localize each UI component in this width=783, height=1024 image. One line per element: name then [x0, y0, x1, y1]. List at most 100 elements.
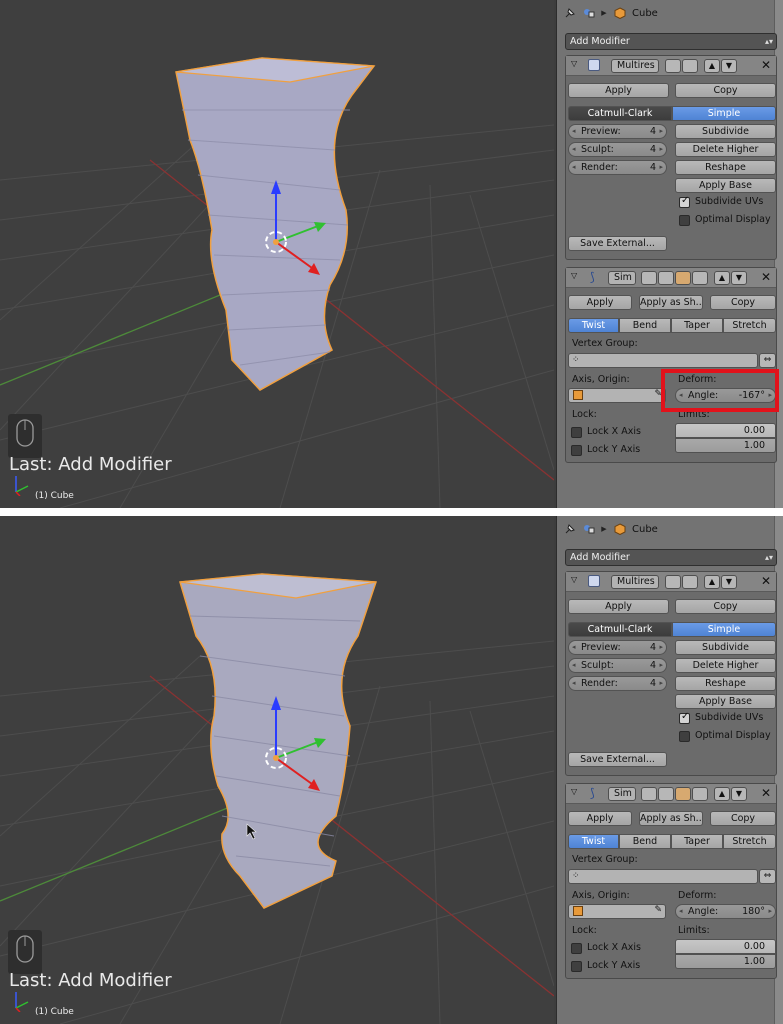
add-modifier-dropdown[interactable]: Add Modifier ▴▾: [565, 33, 777, 50]
pin-icon[interactable]: [563, 7, 576, 20]
save-external-button[interactable]: Save External...: [568, 752, 667, 767]
render-toggle-icon[interactable]: [665, 575, 681, 589]
apply-base-button[interactable]: Apply Base: [675, 178, 776, 193]
eyedropper-icon[interactable]: ✎: [654, 905, 662, 915]
subdivide-uvs-checkbox[interactable]: [679, 195, 690, 208]
edit-mode-icon[interactable]: [675, 271, 691, 285]
tab-bend[interactable]: Bend: [619, 834, 671, 849]
vertex-group-field[interactable]: ⁘: [568, 869, 758, 884]
limit-max-field[interactable]: 1.00: [675, 438, 776, 453]
cage-vertices-icon[interactable]: [692, 787, 708, 801]
move-up-icon[interactable]: ▲: [714, 787, 730, 801]
render-toggle-icon[interactable]: [641, 271, 657, 285]
render-toggle-icon[interactable]: [665, 59, 681, 73]
tab-taper[interactable]: Taper: [671, 834, 723, 849]
vertex-group-field[interactable]: ⁘: [568, 353, 758, 368]
edit-mode-icon[interactable]: [675, 787, 691, 801]
last-operator-label: Last: Add Modifier: [9, 454, 172, 475]
move-up-icon[interactable]: ▲: [704, 575, 720, 589]
pin-icon[interactable]: [563, 523, 576, 536]
subdivide-button[interactable]: Subdivide: [675, 124, 776, 139]
render-levels-field[interactable]: ◂ Render: 4 ▸: [568, 676, 667, 691]
lock-y-checkbox[interactable]: [571, 445, 582, 456]
tab-simple[interactable]: Simple: [672, 106, 776, 121]
multires-name-field[interactable]: Multires: [611, 59, 659, 73]
preview-levels-field[interactable]: ◂ Preview: 4 ▸: [568, 640, 667, 655]
multires-apply-button[interactable]: Apply: [568, 83, 669, 98]
multires-name-field[interactable]: Multires: [611, 575, 659, 589]
optimal-display-checkbox[interactable]: [679, 215, 690, 226]
tab-stretch[interactable]: Stretch: [723, 318, 776, 333]
sculpt-levels-field[interactable]: ◂ Sculpt: 4 ▸: [568, 658, 667, 673]
tab-stretch[interactable]: Stretch: [723, 834, 776, 849]
subdivide-uvs-checkbox[interactable]: [679, 711, 690, 724]
optimal-display-checkbox[interactable]: [679, 731, 690, 742]
invert-vertex-group-icon[interactable]: ⇔: [759, 869, 776, 884]
collapse-icon[interactable]: ▽: [571, 59, 577, 68]
save-external-button[interactable]: Save External...: [568, 236, 667, 251]
simple-deform-name-field[interactable]: Sim: [608, 271, 636, 285]
lock-x-label: Lock X Axis: [587, 426, 641, 437]
visibility-eye-icon[interactable]: [682, 59, 698, 73]
multires-copy-button[interactable]: Copy: [675, 83, 776, 98]
3d-viewport[interactable]: Last: Add Modifier (1) Cube: [0, 516, 554, 1024]
deform-apply-button[interactable]: Apply: [568, 811, 632, 826]
lock-y-checkbox[interactable]: [571, 961, 582, 972]
multires-copy-button[interactable]: Copy: [675, 599, 776, 614]
reshape-button[interactable]: Reshape: [675, 676, 776, 691]
delete-higher-button[interactable]: Delete Higher: [675, 658, 776, 673]
collapse-icon[interactable]: ▽: [571, 575, 577, 584]
tab-twist[interactable]: Twist: [568, 834, 619, 849]
delete-higher-button[interactable]: Delete Higher: [675, 142, 776, 157]
close-icon[interactable]: ✕: [761, 58, 771, 72]
move-down-icon[interactable]: ▼: [731, 787, 747, 801]
render-toggle-icon[interactable]: [641, 787, 657, 801]
subdivide-button[interactable]: Subdivide: [675, 640, 776, 655]
move-down-icon[interactable]: ▼: [731, 271, 747, 285]
deform-apply-button[interactable]: Apply: [568, 295, 632, 310]
apply-as-shape-button[interactable]: Apply as Sh...: [639, 295, 703, 310]
visibility-eye-icon[interactable]: [658, 787, 674, 801]
close-icon[interactable]: ✕: [761, 270, 771, 284]
tab-simple[interactable]: Simple: [672, 622, 776, 637]
deform-copy-button[interactable]: Copy: [710, 811, 776, 826]
tab-twist[interactable]: Twist: [568, 318, 619, 333]
chevron-right-icon: ▶: [601, 9, 607, 17]
move-up-icon[interactable]: ▲: [704, 59, 720, 73]
lock-x-checkbox[interactable]: [571, 427, 582, 438]
visibility-eye-icon[interactable]: [682, 575, 698, 589]
close-icon[interactable]: ✕: [761, 786, 771, 800]
apply-as-shape-button[interactable]: Apply as Sh...: [639, 811, 703, 826]
collapse-icon[interactable]: ▽: [571, 787, 577, 796]
invert-vertex-group-icon[interactable]: ⇔: [759, 353, 776, 368]
tab-taper[interactable]: Taper: [671, 318, 723, 333]
add-modifier-dropdown[interactable]: Add Modifier ▴▾: [565, 549, 777, 566]
cage-vertices-icon[interactable]: [692, 271, 708, 285]
simple-deform-name-field[interactable]: Sim: [608, 787, 636, 801]
render-levels-field[interactable]: ◂ Render: 4 ▸: [568, 160, 667, 175]
limit-min-field[interactable]: 0.00: [675, 939, 776, 954]
tab-bend[interactable]: Bend: [619, 318, 671, 333]
deform-copy-button[interactable]: Copy: [710, 295, 776, 310]
close-icon[interactable]: ✕: [761, 574, 771, 588]
angle-field[interactable]: ◂ Angle: 180° ▸: [675, 904, 776, 919]
limit-max-field[interactable]: 1.00: [675, 954, 776, 969]
collapse-icon[interactable]: ▽: [571, 271, 577, 280]
preview-levels-field[interactable]: ◂ Preview: 4 ▸: [568, 124, 667, 139]
lock-x-checkbox[interactable]: [571, 943, 582, 954]
axis-origin-field[interactable]: ✎: [568, 388, 666, 403]
move-down-icon[interactable]: ▼: [721, 575, 737, 589]
move-down-icon[interactable]: ▼: [721, 59, 737, 73]
apply-base-button[interactable]: Apply Base: [675, 694, 776, 709]
multires-apply-button[interactable]: Apply: [568, 599, 669, 614]
reshape-button[interactable]: Reshape: [675, 160, 776, 175]
3d-viewport[interactable]: Last: Add Modifier (1) Cube: [0, 0, 554, 508]
tab-catmull-clark[interactable]: Catmull-Clark: [568, 106, 672, 121]
move-up-icon[interactable]: ▲: [714, 271, 730, 285]
axis-origin-field[interactable]: ✎: [568, 904, 666, 919]
tab-catmull-clark[interactable]: Catmull-Clark: [568, 622, 672, 637]
limit-min-field[interactable]: 0.00: [675, 423, 776, 438]
screenshot-top: Last: Add Modifier (1) Cube ▶ Cube Add M…: [0, 0, 783, 508]
visibility-eye-icon[interactable]: [658, 271, 674, 285]
sculpt-levels-field[interactable]: ◂ Sculpt: 4 ▸: [568, 142, 667, 157]
